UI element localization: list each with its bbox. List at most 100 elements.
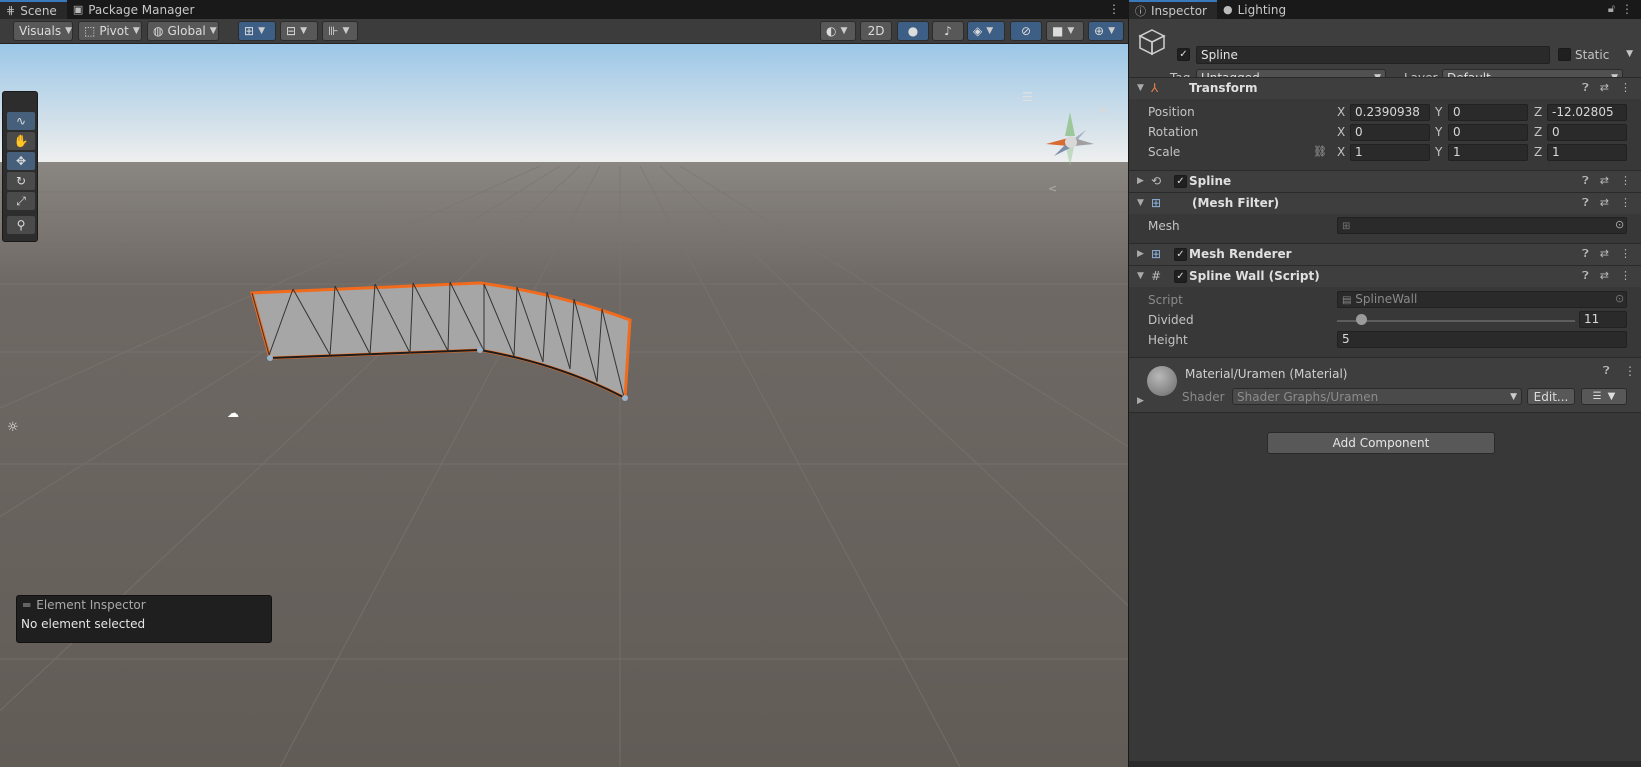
chevron-down-icon[interactable]: ▼ [1626,49,1633,59]
hand-tool-icon[interactable]: ✋ [7,132,35,150]
more-options-icon[interactable]: ⋮ [1620,81,1631,95]
chevron-right-icon[interactable]: ▶ [1137,396,1144,406]
help-icon[interactable]: ❓︎ [1582,174,1589,188]
lighting-toggle-button[interactable]: ● [897,21,929,41]
tab-scene[interactable]: ⋕ Scene [0,0,67,19]
object-picker-icon[interactable]: ⊙ [1615,218,1624,231]
info-icon: ⓘ [1135,4,1146,18]
chevron-down-icon[interactable]: ▼ [1137,83,1144,93]
spline-component-header[interactable]: ▶ ⟲ ✓ Spline ❓︎ ⇄ ⋮ [1129,170,1641,192]
more-options-icon[interactable]: ⋮ [1108,2,1120,16]
chevron-down-icon[interactable]: ▼ [1137,271,1144,281]
rotation-x-field[interactable]: 0 [1350,124,1430,141]
scene-viewport[interactable]: ∿ ✋ ✥ ↻ ⤢ ⚲ ☼ ☁ ☰ < ═ Element Inspector [0,44,1128,767]
divided-field[interactable]: 11 [1579,311,1627,328]
add-component-button[interactable]: Add Component [1267,432,1495,454]
spline-wall-enabled-checkbox[interactable]: ✓ [1174,270,1187,283]
tool-palette: ∿ ✋ ✥ ↻ ⤢ ⚲ [2,91,38,242]
shader-menu-button[interactable]: ☰ ▼ [1581,388,1627,405]
drag-handle-icon[interactable]: ═ [23,598,30,612]
global-dropdown[interactable]: ◍ Global ▼ [147,21,219,41]
tab-lighting[interactable]: ● Lighting [1217,0,1296,19]
sun-icon[interactable]: ☼ [7,420,19,435]
height-field[interactable]: 5 [1337,331,1627,348]
help-icon[interactable]: ❓︎ [1582,196,1589,210]
static-checkbox[interactable] [1558,48,1571,61]
orientation-gizmo[interactable] [1040,104,1120,184]
perspective-label[interactable]: < [1048,182,1057,195]
more-options-icon[interactable]: ⋮ [1620,196,1631,210]
more-options-icon[interactable]: ⋮ [1620,269,1631,283]
object-name-input[interactable]: Spline [1196,46,1550,64]
preset-icon[interactable]: ⇄ [1600,196,1609,210]
preset-icon[interactable]: ⇄ [1600,247,1609,261]
mesh-renderer-enabled-checkbox[interactable]: ✓ [1174,248,1187,261]
preset-icon[interactable]: ⇄ [1600,174,1609,188]
help-icon[interactable]: ❓︎ [1582,247,1589,261]
scale-z-field[interactable]: 1 [1547,144,1627,161]
custom-tool-icon[interactable]: ⚲ [7,216,35,234]
position-z-field[interactable]: -12.02805 [1547,104,1627,121]
move-tool-icon[interactable]: ✥ [7,152,35,170]
tab-inspector[interactable]: ⓘ Inspector [1129,0,1217,19]
help-icon[interactable]: ❓︎ [1603,364,1610,378]
chevron-right-icon[interactable]: ▶ [1137,176,1144,186]
link-icon[interactable]: ⛓ [1313,145,1327,158]
preset-icon[interactable]: ⇄ [1600,269,1609,283]
visuals-dropdown[interactable]: Visuals ▼ [13,21,73,41]
increment-snap-button[interactable]: ⊟ ▼ [280,21,318,41]
position-x-field[interactable]: 0.2390938 [1350,104,1430,121]
hidden-objects-button[interactable]: ⊘ [1010,21,1042,41]
component-controls: ❓︎ ⇄ ⋮ [1582,247,1631,261]
help-icon[interactable]: ❓︎ [1582,81,1589,95]
position-y-field[interactable]: 0 [1448,104,1528,121]
spline-tool-icon[interactable]: ∿ [7,112,35,130]
element-inspector-title: Element Inspector [36,598,146,612]
spline-enabled-checkbox[interactable]: ✓ [1174,175,1187,188]
preset-icon[interactable]: ⇄ [1600,81,1609,95]
effects-button[interactable]: ◈ ▼ [967,21,1005,41]
rotation-y-field[interactable]: 0 [1448,124,1528,141]
more-options-icon[interactable]: ⋮ [1624,364,1636,378]
pivot-dropdown[interactable]: ⬚ Pivot ▼ [78,21,142,41]
divided-slider-track[interactable] [1337,320,1575,322]
grid-snap-button[interactable]: ⊞ ▼ [238,21,276,41]
gizmos-button[interactable]: ⊕ ▼ [1088,21,1124,41]
tab-package-manager[interactable]: ▣ Package Manager [67,0,205,19]
inspector-tab-bar: ⓘ Inspector ● Lighting [1129,0,1641,19]
more-options-icon[interactable]: ⋮ [1620,174,1631,188]
rotate-tool-icon[interactable]: ↻ [7,172,35,190]
spline-wall-header[interactable]: ▼ # ✓ Spline Wall (Script) ❓︎ ⇄ ⋮ [1129,265,1641,287]
y-label: Y [1435,105,1443,119]
more-options-icon[interactable]: ⋮ [1620,247,1631,261]
ruler-button[interactable]: ⊪ ▼ [322,21,358,41]
camera-button[interactable]: ■ ▼ [1046,21,1084,41]
grid-snap-icon: ⊞ [244,24,255,38]
draw-mode-button[interactable]: ◐ ▼ [820,21,856,41]
more-options-icon[interactable]: ⋮ [1621,2,1633,16]
chevron-right-icon[interactable]: ▶ [1137,249,1144,259]
transform-title: Transform [1189,81,1258,95]
divided-slider-thumb[interactable] [1355,314,1367,325]
scale-y-field[interactable]: 1 [1448,144,1528,161]
shader-dropdown[interactable]: Shader Graphs/Uramen ▼ [1232,388,1522,405]
object-active-checkbox[interactable]: ✓ [1177,48,1190,61]
scale-label: Scale [1148,145,1181,159]
edit-shader-button[interactable]: Edit... [1527,388,1575,405]
mesh-renderer-header[interactable]: ▶ ⊞ ✓ Mesh Renderer ❓︎ ⇄ ⋮ [1129,243,1641,265]
scale-x-field[interactable]: 1 [1350,144,1430,161]
chevron-down-icon[interactable]: ▼ [1137,198,1144,208]
mesh-object-field[interactable]: ⊞ [1337,217,1627,234]
menu-lines-icon[interactable]: ☰ [1022,90,1033,104]
element-inspector-overlay: ═ Element Inspector No element selected [16,595,272,643]
2d-toggle-button[interactable]: 2D [860,21,892,41]
scale-tool-icon[interactable]: ⤢ [7,192,35,210]
transform-header[interactable]: ▼ ⅄ Transform ❓︎ ⇄ ⋮ [1129,77,1641,99]
help-icon[interactable]: ❓︎ [1582,269,1589,283]
cloud-icon[interactable]: ☁ [227,406,239,420]
rotation-z-field[interactable]: 0 [1547,124,1627,141]
audio-toggle-button[interactable]: ♪ [932,21,964,41]
mesh-filter-header[interactable]: ▼ ⊞ (Mesh Filter) ❓︎ ⇄ ⋮ [1129,192,1641,214]
lock-icon[interactable]: 🔓︎ [1608,2,1615,16]
package-icon: ▣ [72,3,84,16]
